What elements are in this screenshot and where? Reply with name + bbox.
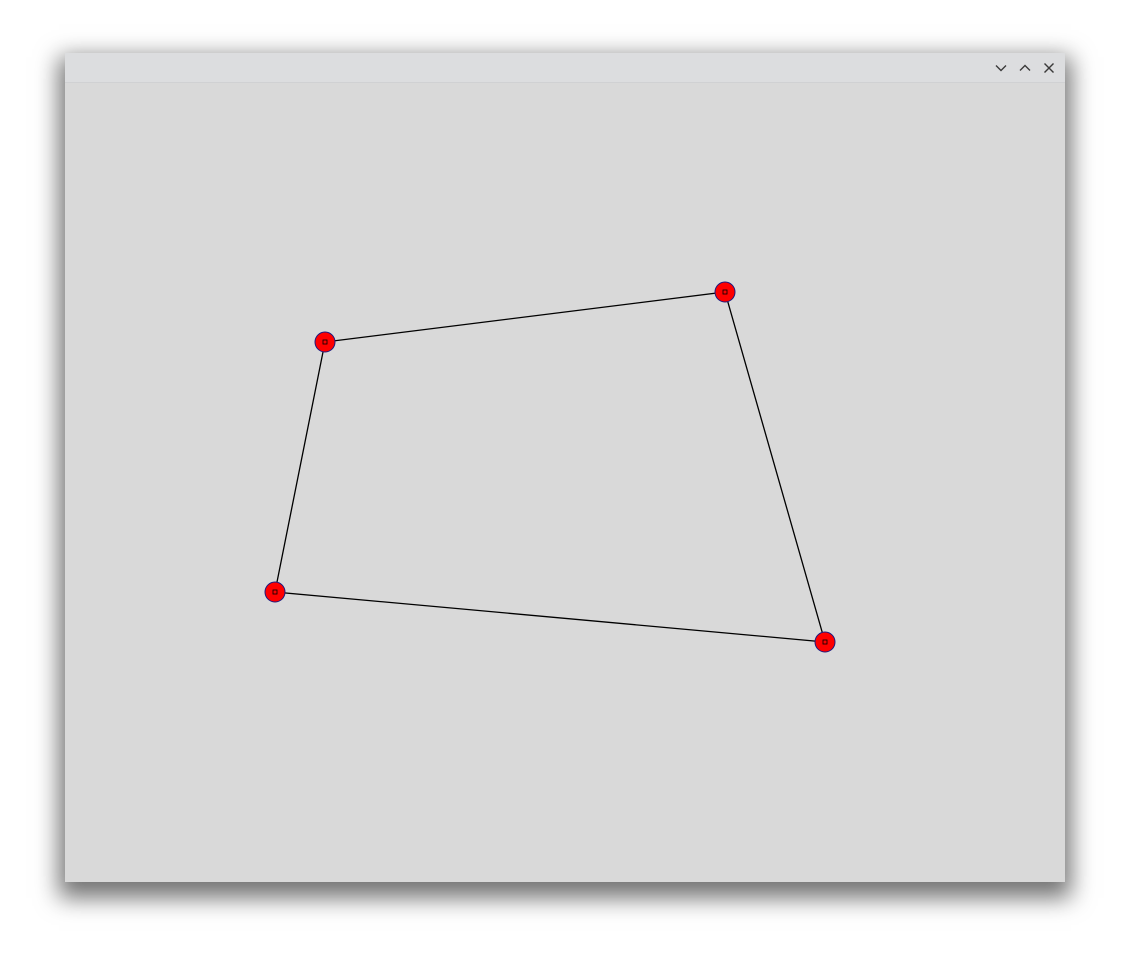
- chevron-up-icon: [1019, 64, 1031, 71]
- vertex-dot[interactable]: [314, 331, 336, 353]
- minimize-button[interactable]: [991, 58, 1011, 78]
- close-icon: [1044, 63, 1054, 73]
- title-bar[interactable]: [65, 53, 1065, 83]
- window-controls: [991, 58, 1059, 78]
- drawing-canvas[interactable]: [65, 82, 1065, 882]
- vertex-handle-p2[interactable]: [714, 281, 736, 303]
- vertex-dot[interactable]: [264, 581, 286, 603]
- vertex-dot[interactable]: [714, 281, 736, 303]
- app-window: [65, 53, 1065, 882]
- close-button[interactable]: [1039, 58, 1059, 78]
- polygon-drawing[interactable]: [65, 82, 1065, 882]
- vertex-handle-p4[interactable]: [264, 581, 286, 603]
- maximize-button[interactable]: [1015, 58, 1035, 78]
- vertex-handle-p1[interactable]: [314, 331, 336, 353]
- vertex-dot[interactable]: [814, 631, 836, 653]
- chevron-down-icon: [995, 65, 1007, 72]
- polygon-outline: [274, 291, 826, 643]
- vertex-handle-p3[interactable]: [814, 631, 836, 653]
